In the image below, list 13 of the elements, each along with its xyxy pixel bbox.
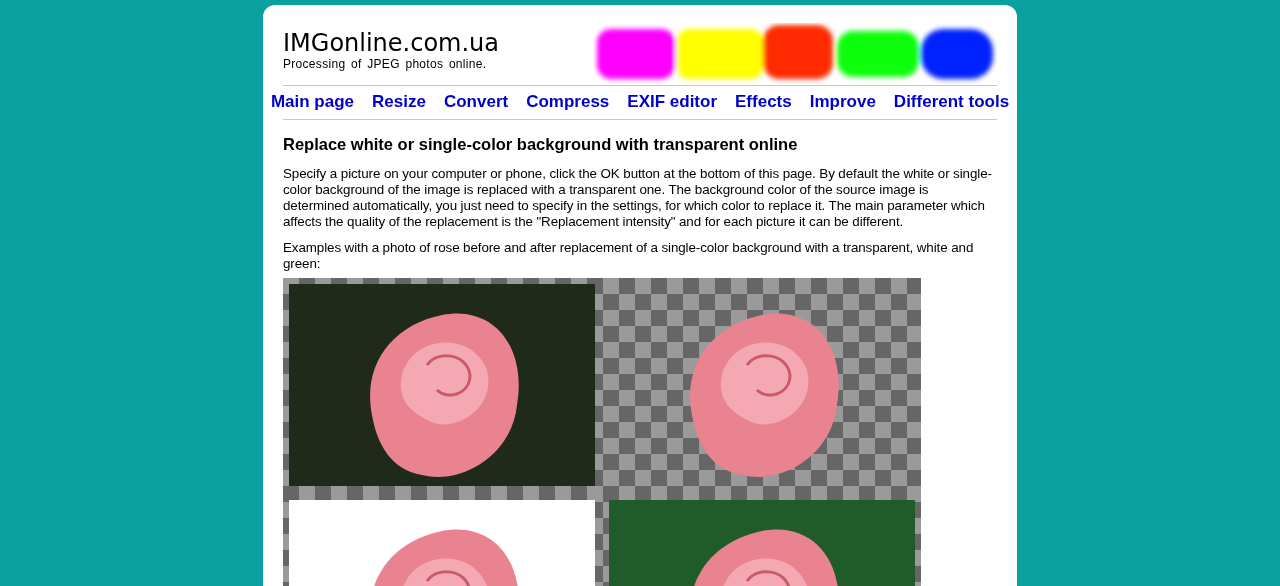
nav-link[interactable]: EXIF editor	[627, 92, 718, 112]
nav-link[interactable]: Different tools	[893, 92, 1010, 112]
examples-caption: Examples with a photo of rose before and after replacement of a single-color background with a transparent, white and green:	[283, 240, 975, 272]
nav-link[interactable]: Compress	[526, 92, 610, 112]
page-heading: Replace white or single-color background with transparent online	[283, 135, 799, 154]
site-logo: IMGonline.com.ua	[283, 29, 500, 57]
nav-link[interactable]: Resize	[372, 92, 426, 112]
nav-link[interactable]: Improve	[809, 92, 876, 112]
site-tagline: Processing of JPEG photos online.	[283, 57, 488, 71]
nav-link[interactable]: Main page	[270, 92, 355, 112]
intro-paragraph: Specify a picture on your computer or phone, click the OK button at the bottom of this page. By default the white or single-color background of the image is replaced with a transparent one. The background color of the source image is determined automatically, you just need to specify in the settings, for which color to replace it. The main parameter which affects the quality of the replacement is the "Replacement intensity" and for each picture it can be different.	[283, 166, 993, 230]
nav-link[interactable]: Convert	[443, 92, 509, 112]
nav-link[interactable]: Effects	[735, 92, 792, 112]
